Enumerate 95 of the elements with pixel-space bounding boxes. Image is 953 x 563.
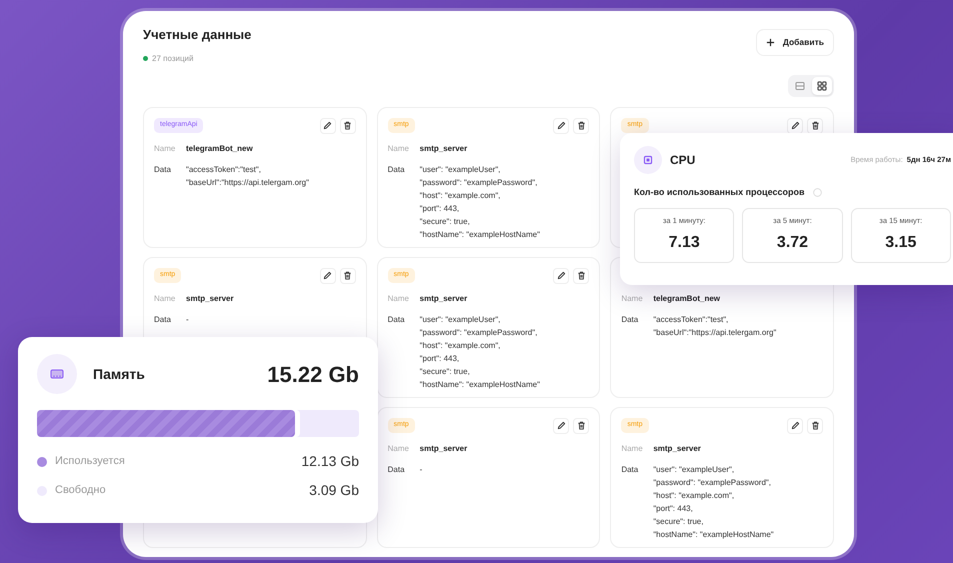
grid-icon [817, 80, 827, 90]
credential-name: telegramBot_new [186, 142, 253, 154]
field-label: Name [154, 142, 176, 154]
data-line: "user": "exampleUser", [653, 464, 736, 476]
trash-icon [576, 421, 586, 430]
data-line: - [186, 314, 189, 326]
data-line: "secure": true, [653, 516, 704, 528]
data-line: "hostName": "exampleHostName" [420, 228, 540, 240]
data-line: "password": "examplePassword", [653, 476, 772, 488]
data-line: "port": 443, [653, 502, 694, 514]
memory-icon [37, 354, 77, 394]
field-label: Name [154, 292, 176, 304]
page-title: Учетные данные [143, 26, 252, 44]
credential-name: smtp_server [420, 142, 468, 154]
data-line: "port": 443, [420, 202, 460, 214]
trash-icon [810, 121, 820, 130]
data-line: "hostName": "exampleHostName" [420, 378, 540, 390]
data-line: "accessToken":"test", [186, 164, 262, 176]
pencil-icon [556, 121, 566, 130]
credential-name: telegramBot_new [653, 292, 720, 304]
data-line: "password": "examplePassword", [420, 326, 538, 338]
data-line: "baseUrl":"https://api.telergam.org" [186, 176, 309, 188]
data-line: - [420, 464, 422, 476]
data-line: "host": "example.com", [420, 340, 502, 352]
trash-icon [810, 421, 820, 430]
delete-button[interactable] [573, 418, 590, 434]
delete-button[interactable] [340, 268, 356, 284]
stat-value: 3.72 [776, 233, 808, 254]
delete-button[interactable] [573, 268, 590, 284]
credential-name: smtp_server [420, 292, 468, 304]
data-line: "port": 443, [420, 352, 460, 364]
trash-icon [576, 271, 586, 280]
field-label: Data [154, 314, 172, 326]
memory-total: 15.22 Gb [267, 360, 359, 388]
cpu-title: CPU [670, 152, 696, 169]
field-label: Data [388, 164, 406, 176]
edit-button[interactable] [553, 418, 570, 434]
field-label: Data [621, 314, 640, 326]
pencil-icon [556, 421, 566, 430]
field-label: Name [388, 142, 410, 154]
data-line: "user": "exampleUser", [420, 314, 502, 326]
legend-label: Свободно [55, 483, 106, 498]
delete-button[interactable] [807, 418, 823, 434]
trash-icon [576, 121, 586, 130]
cpu-icon [634, 146, 662, 174]
memory-title: Память [93, 364, 145, 384]
data-line: "password": "examplePassword", [420, 176, 538, 188]
pencil-icon [790, 121, 800, 130]
help-icon [812, 188, 822, 198]
pencil-icon [790, 421, 800, 430]
edit-button[interactable] [320, 118, 336, 134]
legend-value: 3.09 Gb [309, 481, 359, 500]
pencil-icon [323, 271, 332, 280]
field-label: Name [621, 292, 644, 304]
edit-button[interactable] [787, 418, 803, 434]
field-label: Name [621, 442, 644, 454]
view-grid-button[interactable] [812, 76, 832, 94]
credential-name: smtp_server [186, 292, 234, 304]
data-line: "host": "example.com", [653, 490, 736, 502]
credential-name: smtp_server [420, 442, 468, 454]
edit-button[interactable] [553, 268, 570, 284]
field-label: Data [388, 314, 406, 326]
data-line: "baseUrl":"https://api.telergam.org" [653, 326, 776, 338]
data-line: "host": "example.com", [420, 190, 502, 202]
pencil-icon [323, 121, 332, 130]
field-label: Data [621, 464, 640, 476]
add-button[interactable]: Добавить [756, 29, 834, 56]
trash-icon [343, 271, 352, 280]
list-icon [795, 80, 805, 90]
delete-button[interactable] [340, 118, 356, 134]
data-line: "hostName": "exampleHostName" [653, 528, 774, 540]
edit-button[interactable] [787, 118, 803, 134]
pencil-icon [556, 271, 566, 280]
edit-button[interactable] [320, 268, 336, 284]
legend-label: Используется [55, 454, 125, 470]
edit-button[interactable] [553, 118, 570, 134]
data-line: "accessToken":"test", [653, 314, 730, 326]
legend-value: 12.13 Gb [301, 452, 359, 471]
credential-name: smtp_server [653, 442, 701, 454]
data-line: "user": "exampleUser", [420, 164, 502, 176]
field-label: Name [388, 292, 410, 304]
cpu-subtitle: Кол-во использованных процессоров [634, 186, 805, 199]
stat-value: 3.15 [885, 233, 916, 254]
field-label: Name [388, 442, 410, 454]
field-label: Data [154, 164, 172, 176]
data-line: "secure": true, [420, 216, 471, 228]
item-count: 27 позиций [152, 52, 194, 64]
delete-button[interactable] [807, 118, 823, 134]
stat-value: 7.13 [668, 233, 700, 254]
delete-button[interactable] [573, 118, 590, 134]
data-line: "secure": true, [420, 366, 471, 378]
field-label: Data [388, 464, 406, 476]
status-dot-icon [143, 56, 148, 61]
trash-icon [343, 121, 352, 130]
plus-icon [766, 38, 775, 47]
